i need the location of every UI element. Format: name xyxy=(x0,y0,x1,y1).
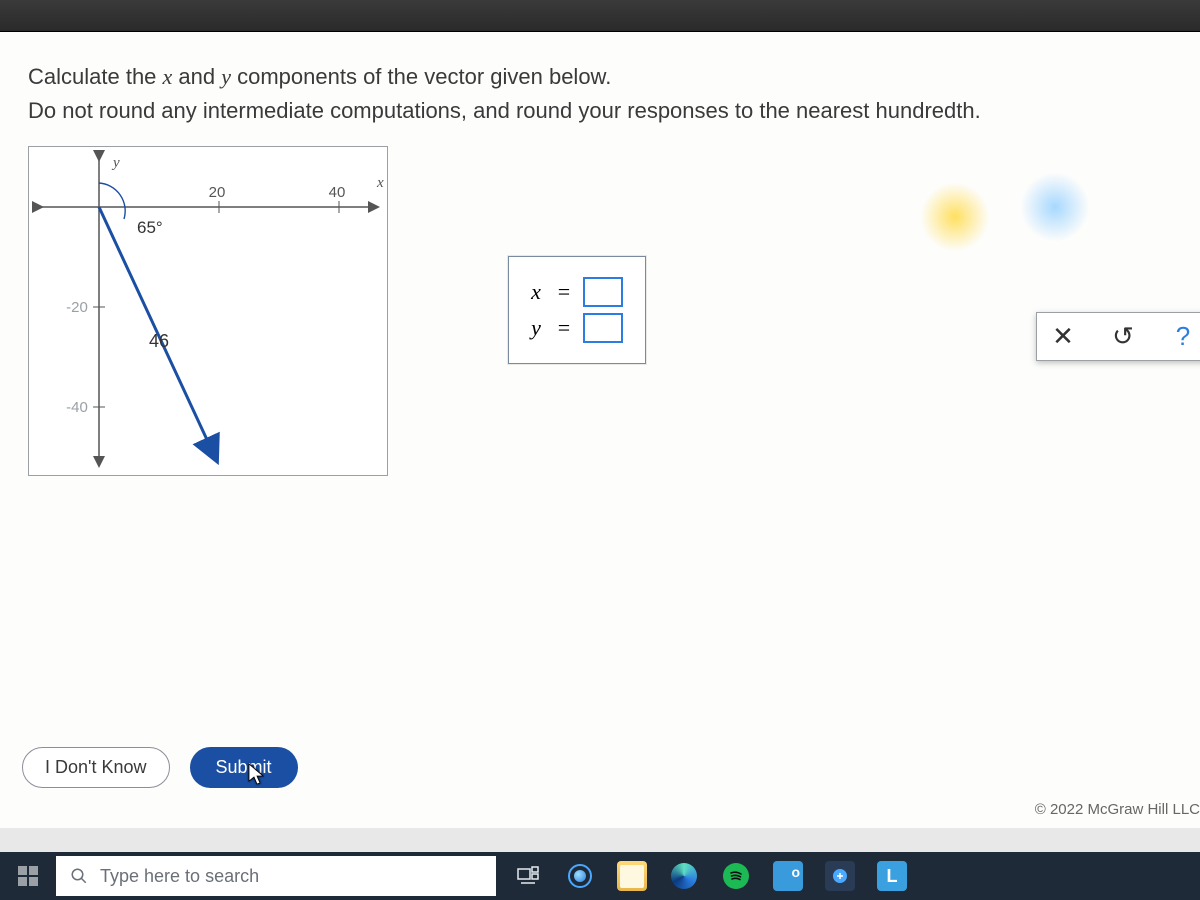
svg-text:-40: -40 xyxy=(66,399,88,416)
equals-sign: = xyxy=(555,315,573,341)
svg-text:-20: -20 xyxy=(66,299,88,316)
y-component-input[interactable] xyxy=(583,313,623,343)
start-button[interactable] xyxy=(0,852,56,900)
svg-text:20: 20 xyxy=(209,184,226,201)
action-buttons: I Don't Know Submit xyxy=(22,747,298,788)
svg-text:46: 46 xyxy=(149,331,169,351)
answer-box: x = y = xyxy=(508,256,646,364)
equals-sign: = xyxy=(555,279,573,305)
app-icon[interactable] xyxy=(818,856,862,896)
l-tile-icon[interactable]: L xyxy=(870,856,914,896)
answer-var: x xyxy=(527,279,545,305)
svg-text:40: 40 xyxy=(329,184,346,201)
app-icon[interactable]: o xyxy=(766,856,810,896)
windows-icon xyxy=(18,866,38,886)
cortana-icon[interactable] xyxy=(558,856,602,896)
answer-row-x: x = xyxy=(527,277,623,307)
windows-taskbar: Type here to search o L xyxy=(0,852,1200,900)
question-prompt: Calculate the x and y components of the … xyxy=(28,60,1172,128)
taskbar-icons: o L xyxy=(506,856,914,896)
answer-row-y: y = xyxy=(527,313,623,343)
vector-graph: 20 40 -20 -40 x y 65° 46 xyxy=(28,146,388,476)
var-x: x xyxy=(163,64,173,89)
prompt-text: Calculate the xyxy=(28,64,163,89)
taskbar-search[interactable]: Type here to search xyxy=(56,856,496,896)
var-y: y xyxy=(221,64,231,89)
svg-text:y: y xyxy=(111,155,120,171)
search-placeholder: Type here to search xyxy=(100,866,259,887)
svg-text:x: x xyxy=(376,175,384,191)
answer-var: y xyxy=(527,315,545,341)
edge-icon[interactable] xyxy=(662,856,706,896)
submit-label: Submit xyxy=(216,757,272,777)
tool-strip: ✕ ↺ ? xyxy=(1036,312,1200,361)
file-explorer-icon[interactable] xyxy=(610,856,654,896)
browser-chrome xyxy=(0,0,1200,32)
copyright: © 2022 McGraw Hill LLC xyxy=(1035,801,1200,818)
search-icon xyxy=(70,867,88,885)
prompt-text: components of the vector given below. xyxy=(231,64,611,89)
x-component-input[interactable] xyxy=(583,277,623,307)
svg-text:65°: 65° xyxy=(137,218,163,237)
clear-button[interactable]: ✕ xyxy=(1047,321,1079,352)
submit-button[interactable]: Submit xyxy=(190,747,298,788)
help-button[interactable]: ? xyxy=(1167,321,1199,352)
idk-button[interactable]: I Don't Know xyxy=(22,747,170,788)
reset-button[interactable]: ↺ xyxy=(1107,321,1139,352)
prompt-text: Do not round any intermediate computatio… xyxy=(28,98,981,123)
prompt-text: and xyxy=(172,64,221,89)
content-area: Calculate the x and y components of the … xyxy=(0,32,1200,828)
spotify-icon[interactable] xyxy=(714,856,758,896)
task-view-icon[interactable] xyxy=(506,856,550,896)
